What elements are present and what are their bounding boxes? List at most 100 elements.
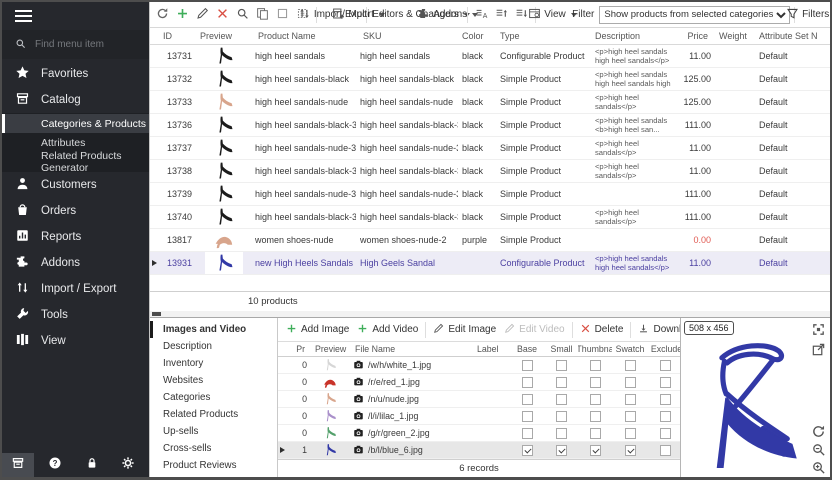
base-checkbox[interactable] bbox=[522, 377, 533, 388]
image-row[interactable]: 0/w/h/white_1.jpg bbox=[278, 357, 680, 374]
zoom-out-icon[interactable] bbox=[811, 442, 826, 457]
small-checkbox[interactable] bbox=[556, 411, 567, 422]
sidebar-item-addons[interactable]: Addons bbox=[2, 250, 149, 276]
base-checkbox[interactable] bbox=[522, 411, 533, 422]
column-header-description[interactable]: Description bbox=[591, 31, 681, 41]
sidebar-item-import-export[interactable]: Import / Export bbox=[2, 276, 149, 302]
sidebar-item-view[interactable]: View bbox=[2, 328, 149, 354]
column-header-price[interactable]: Price bbox=[681, 31, 715, 41]
image-column-file-name[interactable]: File Name bbox=[349, 344, 471, 354]
column-header-type[interactable]: Type bbox=[496, 31, 591, 41]
product-row[interactable]: 13931new High Heels SandalsHigh Geels Sa… bbox=[150, 252, 830, 275]
footer-catalog-button[interactable] bbox=[2, 453, 34, 477]
delete-product-button[interactable] bbox=[213, 5, 232, 25]
thumbnail-checkbox[interactable] bbox=[590, 394, 601, 405]
exclude-checkbox[interactable] bbox=[660, 428, 671, 439]
image-column-swatch[interactable]: Swatch bbox=[612, 344, 648, 354]
swatch-checkbox[interactable] bbox=[625, 428, 636, 439]
add-video-button[interactable]: Add Video bbox=[353, 320, 422, 340]
open-external-icon[interactable] bbox=[811, 342, 826, 357]
view-menu[interactable]: View bbox=[540, 5, 565, 25]
product-row[interactable]: 13739high heel sandals-nude-37high heel … bbox=[150, 183, 830, 206]
thumbnail-checkbox[interactable] bbox=[590, 428, 601, 439]
sidebar-item-favorites[interactable]: Favorites bbox=[2, 61, 149, 87]
image-column-base[interactable]: Base bbox=[509, 344, 545, 354]
small-checkbox[interactable] bbox=[556, 445, 567, 456]
swatch-checkbox[interactable] bbox=[625, 394, 636, 405]
menu-toggle-button[interactable] bbox=[2, 2, 149, 30]
sidebar-item-tools[interactable]: Tools bbox=[2, 302, 149, 328]
image-column-pr[interactable]: Pr bbox=[287, 344, 311, 354]
thumbnail-checkbox[interactable] bbox=[590, 377, 601, 388]
swatch-checkbox[interactable] bbox=[625, 411, 636, 422]
swatch-checkbox[interactable] bbox=[625, 377, 636, 388]
filters-menu[interactable]: Filters bbox=[799, 5, 827, 25]
column-header-preview[interactable]: Preview bbox=[196, 31, 251, 41]
base-checkbox[interactable] bbox=[522, 360, 533, 371]
column-header-product-name[interactable]: Product Name bbox=[251, 31, 356, 41]
product-row[interactable]: 13732high heel sandals-blackhigh heel sa… bbox=[150, 68, 830, 91]
image-row[interactable]: 1/b/l/blue_6.jpg bbox=[278, 442, 680, 459]
scrollbar-thumb[interactable] bbox=[152, 312, 161, 316]
footer-settings-button[interactable] bbox=[112, 453, 144, 477]
product-row[interactable]: 13731high heel sandalshigh heel sandalsb… bbox=[150, 45, 830, 68]
product-row[interactable]: 13817women shoes-nudewomen shoes-nude-2p… bbox=[150, 229, 830, 252]
base-checkbox[interactable] bbox=[522, 445, 533, 456]
sidebar-subitem-categories-products[interactable]: Categories & Products bbox=[2, 114, 149, 133]
exclude-checkbox[interactable] bbox=[660, 445, 671, 456]
tab-categories[interactable]: Categories bbox=[150, 389, 277, 406]
image-column-exclude[interactable]: Exclude bbox=[648, 344, 683, 354]
search-button[interactable] bbox=[233, 5, 252, 25]
tab-images-and-video[interactable]: Images and Video bbox=[150, 321, 277, 338]
image-column-label[interactable]: Label bbox=[471, 344, 509, 354]
fit-screen-icon[interactable] bbox=[811, 322, 826, 337]
image-row[interactable]: 0/r/e/red_1.jpg bbox=[278, 374, 680, 391]
row-expand-button[interactable] bbox=[492, 5, 511, 25]
image-column-preview[interactable]: Preview bbox=[311, 344, 349, 354]
footer-lock-button[interactable] bbox=[76, 453, 108, 477]
rotate-icon[interactable] bbox=[811, 424, 826, 439]
filter-select[interactable]: Show products from selected categories bbox=[599, 6, 790, 24]
text-settings-button[interactable]: A bbox=[472, 5, 491, 25]
copy-button[interactable] bbox=[253, 5, 272, 25]
edit-product-button[interactable] bbox=[193, 5, 212, 25]
product-row[interactable]: 13740high heel sandals-black-38high heel… bbox=[150, 206, 830, 229]
add-image-button[interactable]: Add Image bbox=[282, 320, 353, 340]
delete-image-button[interactable]: Delete bbox=[576, 320, 628, 340]
refresh-button[interactable] bbox=[153, 5, 172, 25]
tab-product-reviews[interactable]: Product Reviews bbox=[150, 457, 277, 474]
zoom-in-icon[interactable] bbox=[811, 460, 826, 475]
thumbnail-checkbox[interactable] bbox=[590, 445, 601, 456]
swatch-checkbox[interactable] bbox=[625, 445, 636, 456]
select-button[interactable] bbox=[273, 5, 292, 25]
image-row[interactable]: 0/l/i/lilac_1.jpg bbox=[278, 408, 680, 425]
image-row[interactable]: 0/g/r/green_2.jpg bbox=[278, 425, 680, 442]
image-column-thumbna[interactable]: Thumbna bbox=[578, 344, 612, 354]
small-checkbox[interactable] bbox=[556, 377, 567, 388]
thumbnail-checkbox[interactable] bbox=[590, 411, 601, 422]
image-column-small[interactable]: Small bbox=[545, 344, 578, 354]
sidebar-item-catalog[interactable]: Catalog bbox=[2, 87, 149, 113]
thumbnail-checkbox[interactable] bbox=[590, 360, 601, 371]
base-checkbox[interactable] bbox=[522, 394, 533, 405]
column-header-id[interactable]: ID bbox=[159, 31, 196, 41]
small-checkbox[interactable] bbox=[556, 428, 567, 439]
column-header-sku[interactable]: SKU bbox=[356, 31, 458, 41]
swatch-checkbox[interactable] bbox=[625, 360, 636, 371]
exclude-checkbox[interactable] bbox=[660, 377, 671, 388]
tab-related-products[interactable]: Related Products bbox=[150, 406, 277, 423]
exclude-checkbox[interactable] bbox=[660, 394, 671, 405]
image-row[interactable]: 0/n/u/nude.jpg bbox=[278, 391, 680, 408]
tab-cross-sells[interactable]: Cross-sells bbox=[150, 440, 277, 457]
sidebar-subitem-related-products-generator[interactable]: Related Products Generator bbox=[2, 152, 149, 171]
small-checkbox[interactable] bbox=[556, 394, 567, 405]
column-header-attribute-set-name[interactable]: Attribute Set Name bbox=[755, 31, 817, 41]
exclude-checkbox[interactable] bbox=[660, 360, 671, 371]
tab-inventory[interactable]: Inventory bbox=[150, 355, 277, 372]
product-row[interactable]: 13736high heel sandals-black-36high heel… bbox=[150, 114, 830, 137]
tab-websites[interactable]: Websites bbox=[150, 372, 277, 389]
exclude-checkbox[interactable] bbox=[660, 411, 671, 422]
column-header-color[interactable]: Color bbox=[458, 31, 496, 41]
addons-menu[interactable]: Addons bbox=[433, 5, 463, 25]
small-checkbox[interactable] bbox=[556, 360, 567, 371]
